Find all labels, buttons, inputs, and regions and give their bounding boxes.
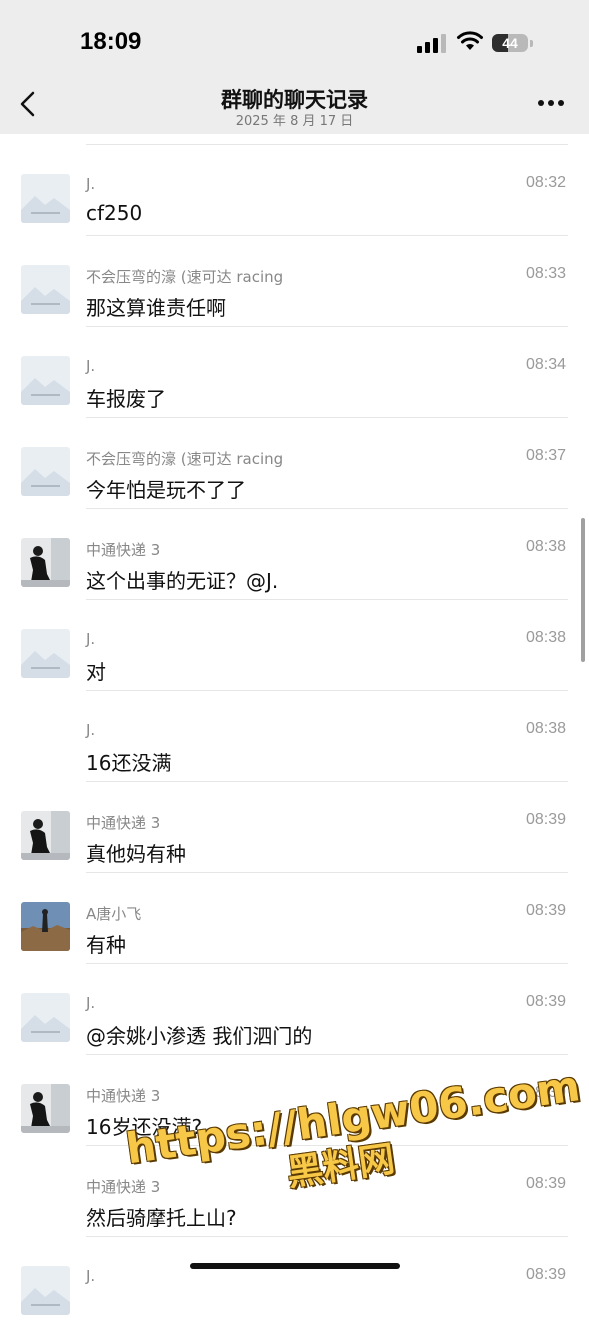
message-time: 08:38 [525, 720, 566, 737]
message-time: 08:37 [525, 447, 566, 464]
message-time: 08:34 [525, 356, 566, 373]
message-time: 08:39 [525, 1266, 566, 1283]
message-time: 08:39 [525, 811, 566, 828]
avatar[interactable] [21, 265, 70, 314]
chat-record-item[interactable]: J. 08:38 16还没满 [0, 691, 589, 782]
message-text: 有种 [86, 933, 126, 957]
home-indicator[interactable] [190, 1263, 400, 1269]
message-text: 今年怕是玩不了了 [86, 478, 246, 502]
wifi-icon [457, 31, 483, 50]
message-time: 08:39 [525, 902, 566, 919]
message-text: 真他妈有种 [86, 842, 186, 866]
battery-level: 44 [502, 35, 518, 51]
avatar[interactable] [21, 447, 70, 496]
avatar[interactable] [21, 902, 70, 951]
sender-name: J. [86, 175, 96, 193]
chat-record-item[interactable]: J. 08:39 @余姚小渗透 我们泗门的 [0, 964, 589, 1055]
avatar[interactable] [21, 538, 70, 587]
sender-name: J. [86, 630, 96, 648]
message-time: 08:39 [525, 1175, 566, 1192]
message-text: 对 [86, 660, 106, 684]
message-text: 这个出事的无证？@J. [86, 569, 279, 593]
avatar[interactable] [21, 629, 70, 678]
message-time: 08:39 [525, 993, 566, 1010]
sender-name: J. [86, 721, 96, 739]
message-text: 然后骑摩托上山? [86, 1206, 237, 1230]
chat-record-item[interactable]: 中通快递 3 08:39 然后骑摩托上山? [0, 1146, 589, 1237]
sender-name: 不会压弯的濠 (速可达 racing [86, 268, 284, 286]
sender-name: 中通快递 3 [86, 1087, 161, 1105]
more-options-icon[interactable] [536, 100, 566, 108]
scrollbar[interactable] [581, 518, 585, 662]
avatar[interactable] [21, 356, 70, 405]
status-time: 18:09 [80, 28, 142, 55]
message-text: 那这算谁责任啊 [86, 296, 226, 320]
chat-record-item[interactable]: J. 08:34 车报废了 [0, 327, 589, 418]
sender-name: 中通快递 3 [86, 541, 161, 559]
chat-record-item[interactable]: 中通快递 3 08:38 这个出事的无证？@J. [0, 509, 589, 600]
message-text: 车报废了 [86, 387, 166, 411]
message-time: 08:38 [525, 538, 566, 555]
sender-name: J. [86, 1267, 96, 1285]
battery-icon: 44 [492, 34, 528, 52]
chat-record-item[interactable]: J. 08:39 [0, 1237, 589, 1328]
sender-name: 不会压弯的濠 (速可达 racing [86, 450, 284, 468]
chat-record-item[interactable]: 不会压弯的濠 (速可达 racing 08:37 今年怕是玩不了了 [0, 418, 589, 509]
chat-record-item[interactable]: A唐小飞 08:39 有种 [0, 873, 589, 964]
avatar[interactable] [21, 1266, 70, 1315]
cellular-signal-icon [417, 33, 447, 53]
message-text: @余姚小渗透 我们泗门的 [86, 1024, 313, 1048]
message-time: 08:33 [525, 265, 566, 282]
chat-record-item[interactable]: 中通快递 3 08:39 16岁还没满? [0, 1055, 589, 1146]
chat-record-item[interactable]: J. 08:38 对 [0, 600, 589, 691]
sender-name: 中通快递 3 [86, 814, 161, 832]
message-time: 08:38 [525, 629, 566, 646]
chat-record-item[interactable]: 中通快递 3 08:39 真他妈有种 [0, 782, 589, 873]
sender-name: 中通快递 3 [86, 1178, 161, 1196]
sender-name: J. [86, 357, 96, 375]
message-text: 16岁还没满? [86, 1115, 203, 1139]
sender-name: A唐小飞 [86, 905, 142, 923]
avatar[interactable] [21, 1084, 70, 1133]
avatar[interactable] [21, 174, 70, 223]
avatar[interactable] [21, 811, 70, 860]
avatar[interactable] [21, 993, 70, 1042]
page-subtitle-date: 2025 年 8 月 17 日 [235, 114, 354, 129]
message-time: 08:39 [525, 1084, 566, 1101]
message-text: cf250 [86, 201, 143, 225]
status-bar: 18:09 44 [0, 0, 589, 70]
message-text: 16还没满 [86, 751, 172, 775]
chat-record-item[interactable]: J. 08:32 cf250 [0, 145, 589, 236]
battery-tip [530, 40, 533, 47]
navigation-bar: 群聊的聊天记录 2025 年 8 月 17 日 [0, 70, 589, 134]
sender-name: J. [86, 994, 96, 1012]
message-time: 08:32 [525, 174, 566, 191]
chat-record-item[interactable]: 不会压弯的濠 (速可达 racing 08:33 那这算谁责任啊 [0, 236, 589, 327]
